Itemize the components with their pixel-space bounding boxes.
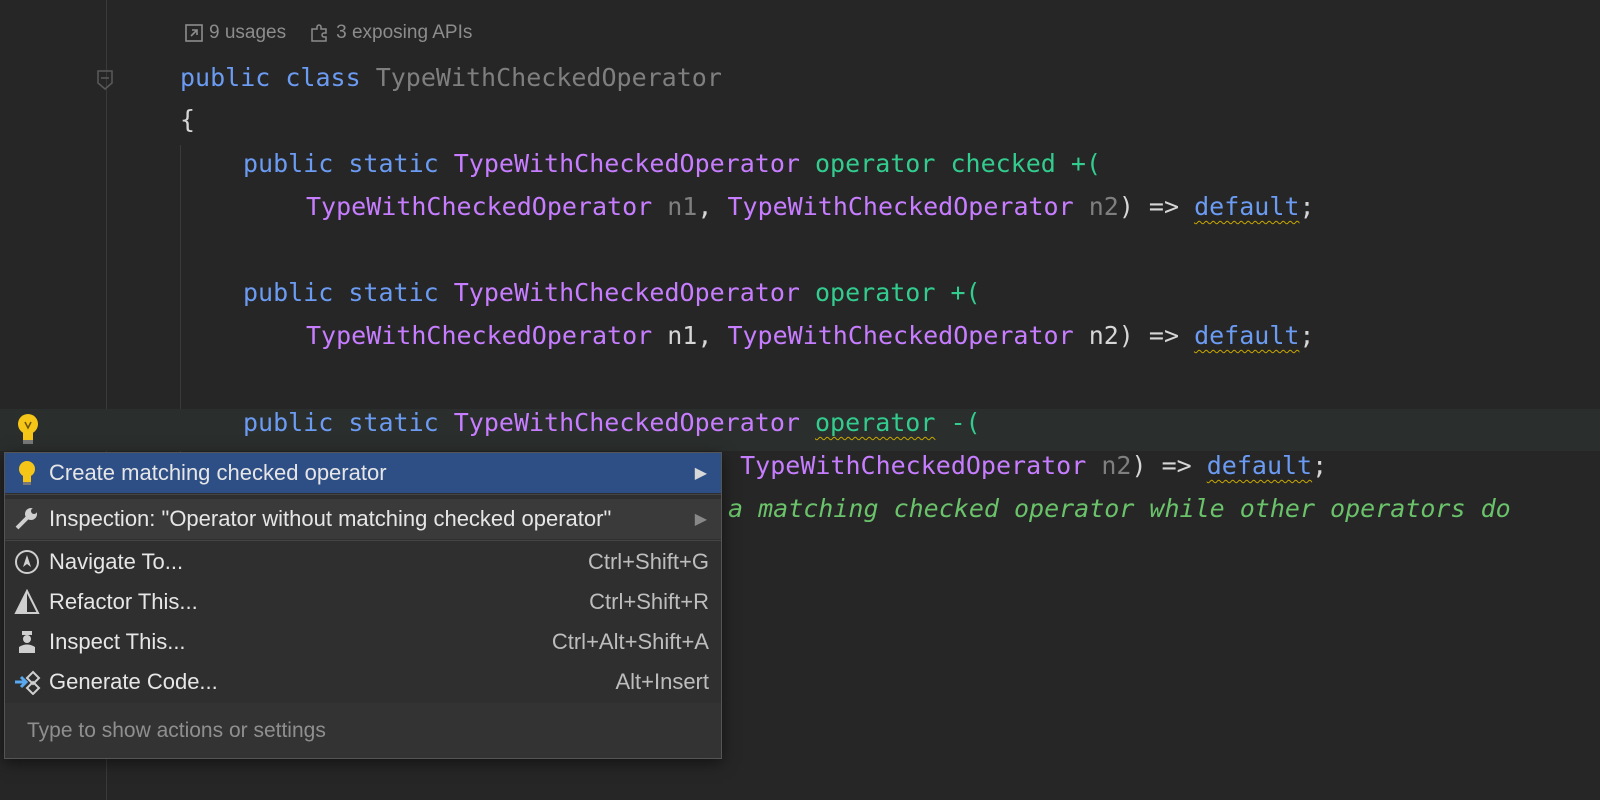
exposing-apis-hint[interactable]: 3 exposing APIs — [310, 22, 472, 44]
puzzle-icon — [311, 24, 327, 42]
context-actions-popup: Create matching checked operator ▶ Inspe… — [4, 452, 722, 759]
menu-separator — [5, 540, 721, 541]
code-line-6[interactable]: TypeWithCheckedOperator n1, TypeWithChec… — [306, 316, 1314, 356]
type-name: TypeWithCheckedOperator — [727, 321, 1074, 350]
operator-keyword: operator — [815, 408, 936, 437]
code-vision-hints: 9 usages 3 exposing APIs — [185, 22, 472, 44]
code-comment: a matching checked operator while other … — [728, 494, 1511, 523]
keyword: static — [348, 408, 439, 437]
submenu-arrow-icon: ▶ — [694, 511, 707, 528]
menu-item-label: Inspect This... — [49, 629, 186, 654]
actions-search-input[interactable] — [25, 717, 709, 744]
punct: , — [697, 192, 728, 221]
keyword: class — [285, 63, 361, 92]
type-name: TypeWithCheckedOperator — [453, 149, 800, 178]
semicolon: ; — [1299, 192, 1315, 221]
keyword: static — [348, 149, 439, 178]
operator-keyword: operator — [815, 149, 936, 178]
class-name: TypeWithCheckedOperator — [375, 63, 722, 92]
generate-icon — [13, 668, 41, 696]
param-name: n2 — [1088, 192, 1119, 221]
keyword: public — [243, 149, 334, 178]
menu-item-label: Inspection: "Operator without matching c… — [49, 506, 612, 531]
menu-item-shortcut: Alt+Insert — [615, 669, 709, 694]
code-line-5[interactable]: public static TypeWithCheckedOperator op… — [243, 273, 981, 313]
keyword: public — [180, 63, 271, 92]
menu-item-shortcut: Ctrl+Shift+R — [589, 589, 709, 614]
code-line-4[interactable]: TypeWithCheckedOperator n1, TypeWithChec… — [306, 187, 1315, 227]
operator-keyword: operator — [815, 278, 936, 307]
punct: ) => — [1118, 192, 1195, 221]
type-name: TypeWithCheckedOperator — [306, 321, 653, 350]
keyword: public — [243, 408, 334, 437]
type-name: TypeWithCheckedOperator — [306, 192, 653, 221]
menu-item-shortcut: Ctrl+Shift+G — [587, 549, 709, 574]
brace: { — [180, 105, 196, 134]
inspect-icon — [13, 628, 41, 656]
keyword: public — [243, 278, 334, 307]
refactor-icon — [13, 588, 41, 616]
fold-marker-icon[interactable] — [97, 70, 113, 90]
menu-item-inspect-this[interactable]: Inspect This... Ctrl+Alt+Shift+A — [5, 622, 721, 662]
operator-symbol: -( — [950, 408, 981, 437]
punct: ) => — [1131, 451, 1207, 480]
default-keyword: default — [1194, 321, 1300, 350]
menu-item-refactor-this[interactable]: Refactor This... Ctrl+Shift+R — [5, 582, 721, 622]
code-line-2[interactable]: { — [180, 100, 195, 140]
menu-item-inspection[interactable]: Inspection: "Operator without matching c… — [5, 499, 721, 539]
menu-item-label: Create matching checked operator — [49, 460, 387, 485]
submenu-arrow-icon: ▶ — [694, 465, 707, 482]
lightbulb-icon — [13, 459, 41, 487]
default-keyword: default — [1206, 451, 1313, 480]
semicolon: ; — [1312, 451, 1328, 480]
operator-symbol: +( — [950, 278, 981, 307]
usages-icon — [185, 24, 203, 42]
lightbulb-icon[interactable] — [14, 412, 42, 448]
menu-item-create-checked-operator[interactable]: Create matching checked operator ▶ — [5, 453, 721, 493]
params: n2) => — [1073, 321, 1195, 350]
menu-item-generate-code[interactable]: Generate Code... Alt+Insert — [5, 662, 721, 702]
usages-label: 9 usages — [209, 22, 287, 43]
navigate-icon — [13, 548, 41, 576]
type-name: TypeWithCheckedOperator — [727, 192, 1074, 221]
wrench-icon — [13, 505, 41, 533]
type-name: TypeWithCheckedOperator — [453, 408, 800, 437]
type-name: TypeWithCheckedOperator — [740, 451, 1087, 480]
checked-keyword: checked — [950, 149, 1056, 178]
menu-item-label: Navigate To... — [49, 549, 184, 574]
usages-hint[interactable]: 9 usages — [185, 22, 286, 44]
param-name: n2 — [1101, 451, 1132, 480]
code-line-3[interactable]: public static TypeWithCheckedOperator op… — [243, 144, 1101, 184]
default-keyword: default — [1194, 192, 1300, 221]
code-line-7[interactable]: public static TypeWithCheckedOperator op… — [243, 403, 981, 443]
code-line-8[interactable]: , TypeWithCheckedOperator n2) => default… — [710, 446, 1327, 486]
menu-item-label: Generate Code... — [49, 669, 218, 694]
semicolon: ; — [1299, 321, 1315, 350]
popup-search-footer — [5, 703, 721, 758]
menu-separator — [5, 494, 721, 495]
code-line-1[interactable]: public class TypeWithCheckedOperator — [180, 58, 722, 98]
menu-item-label: Refactor This... — [49, 589, 198, 614]
operator-symbol: +( — [1070, 149, 1102, 178]
type-name: TypeWithCheckedOperator — [453, 278, 800, 307]
exposing-apis-label: 3 exposing APIs — [336, 22, 473, 43]
menu-item-navigate-to[interactable]: Navigate To... Ctrl+Shift+G — [5, 542, 721, 582]
params: n1, — [652, 321, 728, 350]
param-name: n1 — [667, 192, 698, 221]
menu-item-shortcut: Ctrl+Alt+Shift+A — [551, 629, 709, 654]
keyword: static — [348, 278, 439, 307]
